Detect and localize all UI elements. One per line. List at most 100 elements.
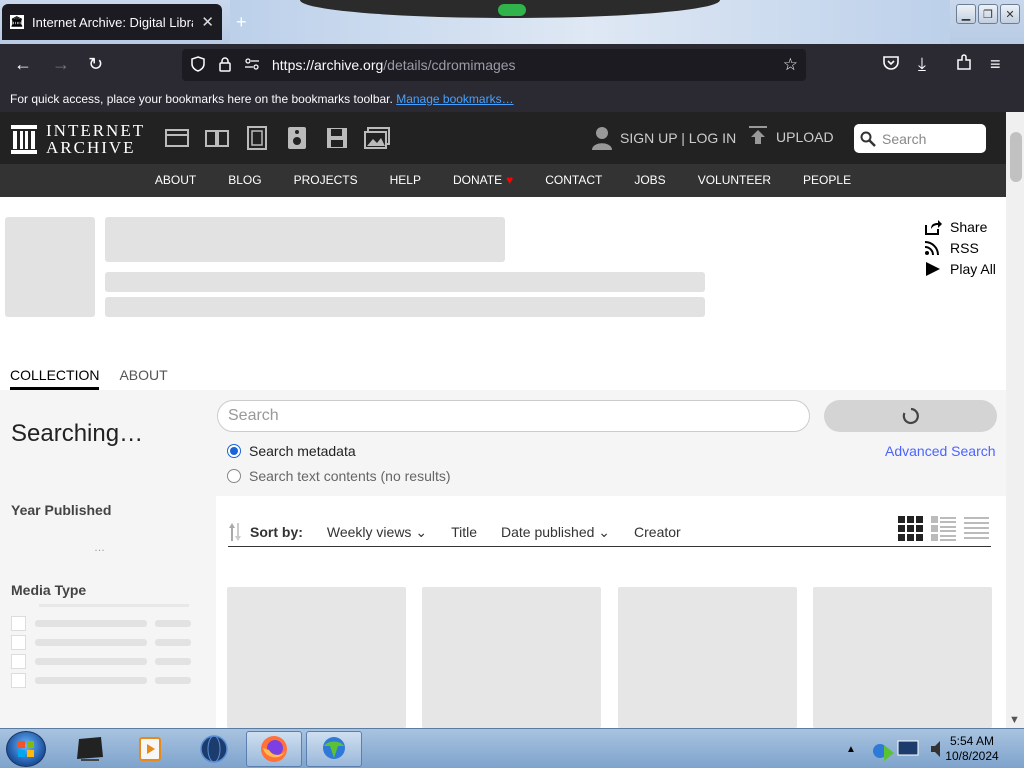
- lock-icon[interactable]: [218, 56, 232, 75]
- view-mode-toggles: [898, 516, 989, 541]
- address-bar[interactable]: https://archive.org/details/cdromimages …: [182, 49, 806, 81]
- sort-direction-button[interactable]: Sort by:: [228, 521, 303, 543]
- collection-search-input[interactable]: Search: [217, 400, 810, 432]
- browser-tab-active[interactable]: 🏛 Internet Archive: Digital Library ✕: [2, 4, 222, 40]
- grid-view-icon[interactable]: [898, 516, 923, 541]
- close-tab-icon[interactable]: ✕: [201, 13, 214, 31]
- tray-apps-icon[interactable]: [870, 733, 930, 765]
- facet-checkbox[interactable]: [11, 654, 26, 669]
- title-placeholder: [105, 217, 505, 262]
- share-icon: [925, 219, 942, 235]
- media-type-facet-skeleton: [11, 604, 191, 728]
- images-icon[interactable]: [364, 125, 390, 151]
- upload-label: UPLOAD: [776, 129, 834, 145]
- tab-about[interactable]: ABOUT: [119, 367, 167, 390]
- facet-checkbox[interactable]: [11, 635, 26, 650]
- result-tile-placeholder: [813, 587, 992, 728]
- forward-arrow-icon[interactable]: →: [52, 54, 70, 75]
- nav-projects[interactable]: PROJECTS: [278, 164, 374, 197]
- results-count-status: Searching…: [11, 420, 144, 447]
- taskbar-app-firefox[interactable]: [246, 731, 302, 767]
- reload-icon[interactable]: ↻: [88, 54, 103, 75]
- new-tab-button[interactable]: +: [236, 12, 247, 33]
- menu-hamburger-icon[interactable]: ≡: [990, 54, 1001, 75]
- upload-button[interactable]: UPLOAD: [748, 126, 834, 148]
- radio-unselected-icon: [227, 469, 241, 483]
- search-submit-button[interactable]: [824, 400, 997, 432]
- close-window-icon[interactable]: ✕: [1000, 4, 1020, 24]
- facet-media-type-title: Media Type: [11, 582, 87, 598]
- nav-donate[interactable]: DONATE ♥: [437, 164, 529, 197]
- manage-bookmarks-link[interactable]: Manage bookmarks…: [396, 92, 513, 106]
- nav-jobs[interactable]: JOBS: [618, 164, 681, 197]
- monitor-icon: [77, 737, 103, 761]
- extensions-icon[interactable]: [955, 54, 973, 77]
- texts-icon[interactable]: [204, 125, 230, 151]
- chevron-down-icon: ⌄: [415, 523, 428, 540]
- list-compact-view-icon[interactable]: [964, 516, 989, 541]
- page-scrollbar[interactable]: ▼: [1006, 112, 1024, 728]
- logo-line-1: INTERNET: [46, 121, 146, 140]
- list-detail-view-icon[interactable]: [931, 516, 956, 541]
- tab-title: Internet Archive: Digital Library: [32, 14, 194, 30]
- scrollbar-thumb[interactable]: [1010, 132, 1022, 182]
- back-arrow-icon[interactable]: ←: [14, 54, 32, 75]
- ia-secondary-nav: ABOUT BLOG PROJECTS HELP DONATE ♥ CONTACT…: [0, 164, 1006, 197]
- video-icon[interactable]: [244, 125, 270, 151]
- nav-help[interactable]: HELP: [374, 164, 437, 197]
- sort-date-published[interactable]: Date published ⌄: [501, 524, 610, 541]
- downloads-icon[interactable]: ⤓: [918, 54, 926, 75]
- play-all-button[interactable]: Play All: [924, 258, 996, 279]
- ia-search-box[interactable]: Search: [854, 124, 986, 153]
- share-button[interactable]: Share: [924, 216, 996, 237]
- bookmark-star-icon[interactable]: ☆: [783, 55, 798, 75]
- ia-top-header: INTERNET ARCHIVE SIGN UP | LOG IN UPLOAD: [0, 112, 1006, 164]
- clock-date: 10/8/2024: [945, 749, 999, 763]
- url-text[interactable]: https://archive.org/details/cdromimages: [272, 57, 516, 73]
- sign-up-login[interactable]: SIGN UP | LOG IN: [592, 126, 736, 150]
- nav-blog[interactable]: BLOG: [212, 164, 277, 197]
- facet-checkbox[interactable]: [11, 616, 26, 631]
- restore-icon[interactable]: ❐: [978, 4, 998, 24]
- taskbar-app-download-manager[interactable]: [306, 731, 362, 767]
- radio-search-metadata[interactable]: Search metadata: [227, 443, 356, 459]
- audio-icon[interactable]: [284, 125, 310, 151]
- taskbar-app-media[interactable]: [122, 731, 178, 767]
- browser-tab-strip: 🏛 Internet Archive: Digital Library ✕ + …: [0, 0, 1024, 44]
- result-tile-placeholder: [618, 587, 797, 728]
- radio-search-text[interactable]: Search text contents (no results): [227, 468, 451, 484]
- facet-checkbox[interactable]: [11, 673, 26, 688]
- start-button[interactable]: [6, 731, 46, 767]
- permissions-icon[interactable]: [244, 57, 260, 74]
- bookmarks-toolbar: For quick access, place your bookmarks h…: [0, 86, 1024, 112]
- sort-title[interactable]: Title: [451, 524, 477, 540]
- scroll-down-arrow-icon[interactable]: ▼: [1009, 714, 1020, 726]
- archive-temple-icon: [11, 125, 37, 154]
- description-placeholder: [105, 297, 705, 317]
- media-type-icons: [164, 125, 390, 151]
- logo-line-2: ARCHIVE: [46, 138, 136, 157]
- taskbar-clock[interactable]: 5:54 AM 10/8/2024: [942, 734, 1002, 764]
- pocket-icon[interactable]: [882, 54, 900, 77]
- radio-selected-icon: [227, 444, 241, 458]
- windows-logo-icon: [18, 741, 34, 757]
- software-icon[interactable]: [324, 125, 350, 151]
- show-hidden-icons-icon[interactable]: ▲: [846, 744, 856, 755]
- tab-collection[interactable]: COLLECTION: [10, 367, 100, 390]
- nav-about[interactable]: ABOUT: [139, 164, 212, 197]
- advanced-search-link[interactable]: Advanced Search: [885, 443, 996, 459]
- minimize-icon[interactable]: ▁: [956, 4, 976, 24]
- sort-weekly-views[interactable]: Weekly views ⌄: [327, 524, 427, 541]
- sort-creator[interactable]: Creator: [634, 524, 681, 540]
- nav-people[interactable]: PEOPLE: [787, 164, 867, 197]
- nav-volunteer[interactable]: VOLUNTEER: [682, 164, 787, 197]
- nav-contact[interactable]: CONTACT: [529, 164, 618, 197]
- taskbar-app-terminal[interactable]: [62, 731, 118, 767]
- rss-button[interactable]: RSS: [924, 237, 996, 258]
- ia-logo[interactable]: INTERNET ARCHIVE: [10, 122, 145, 156]
- year-histogram-loading: …: [94, 542, 105, 554]
- web-icon[interactable]: [164, 125, 190, 151]
- search-icon: [860, 131, 876, 147]
- taskbar-app-globe[interactable]: [186, 731, 242, 767]
- shield-icon[interactable]: [190, 55, 206, 75]
